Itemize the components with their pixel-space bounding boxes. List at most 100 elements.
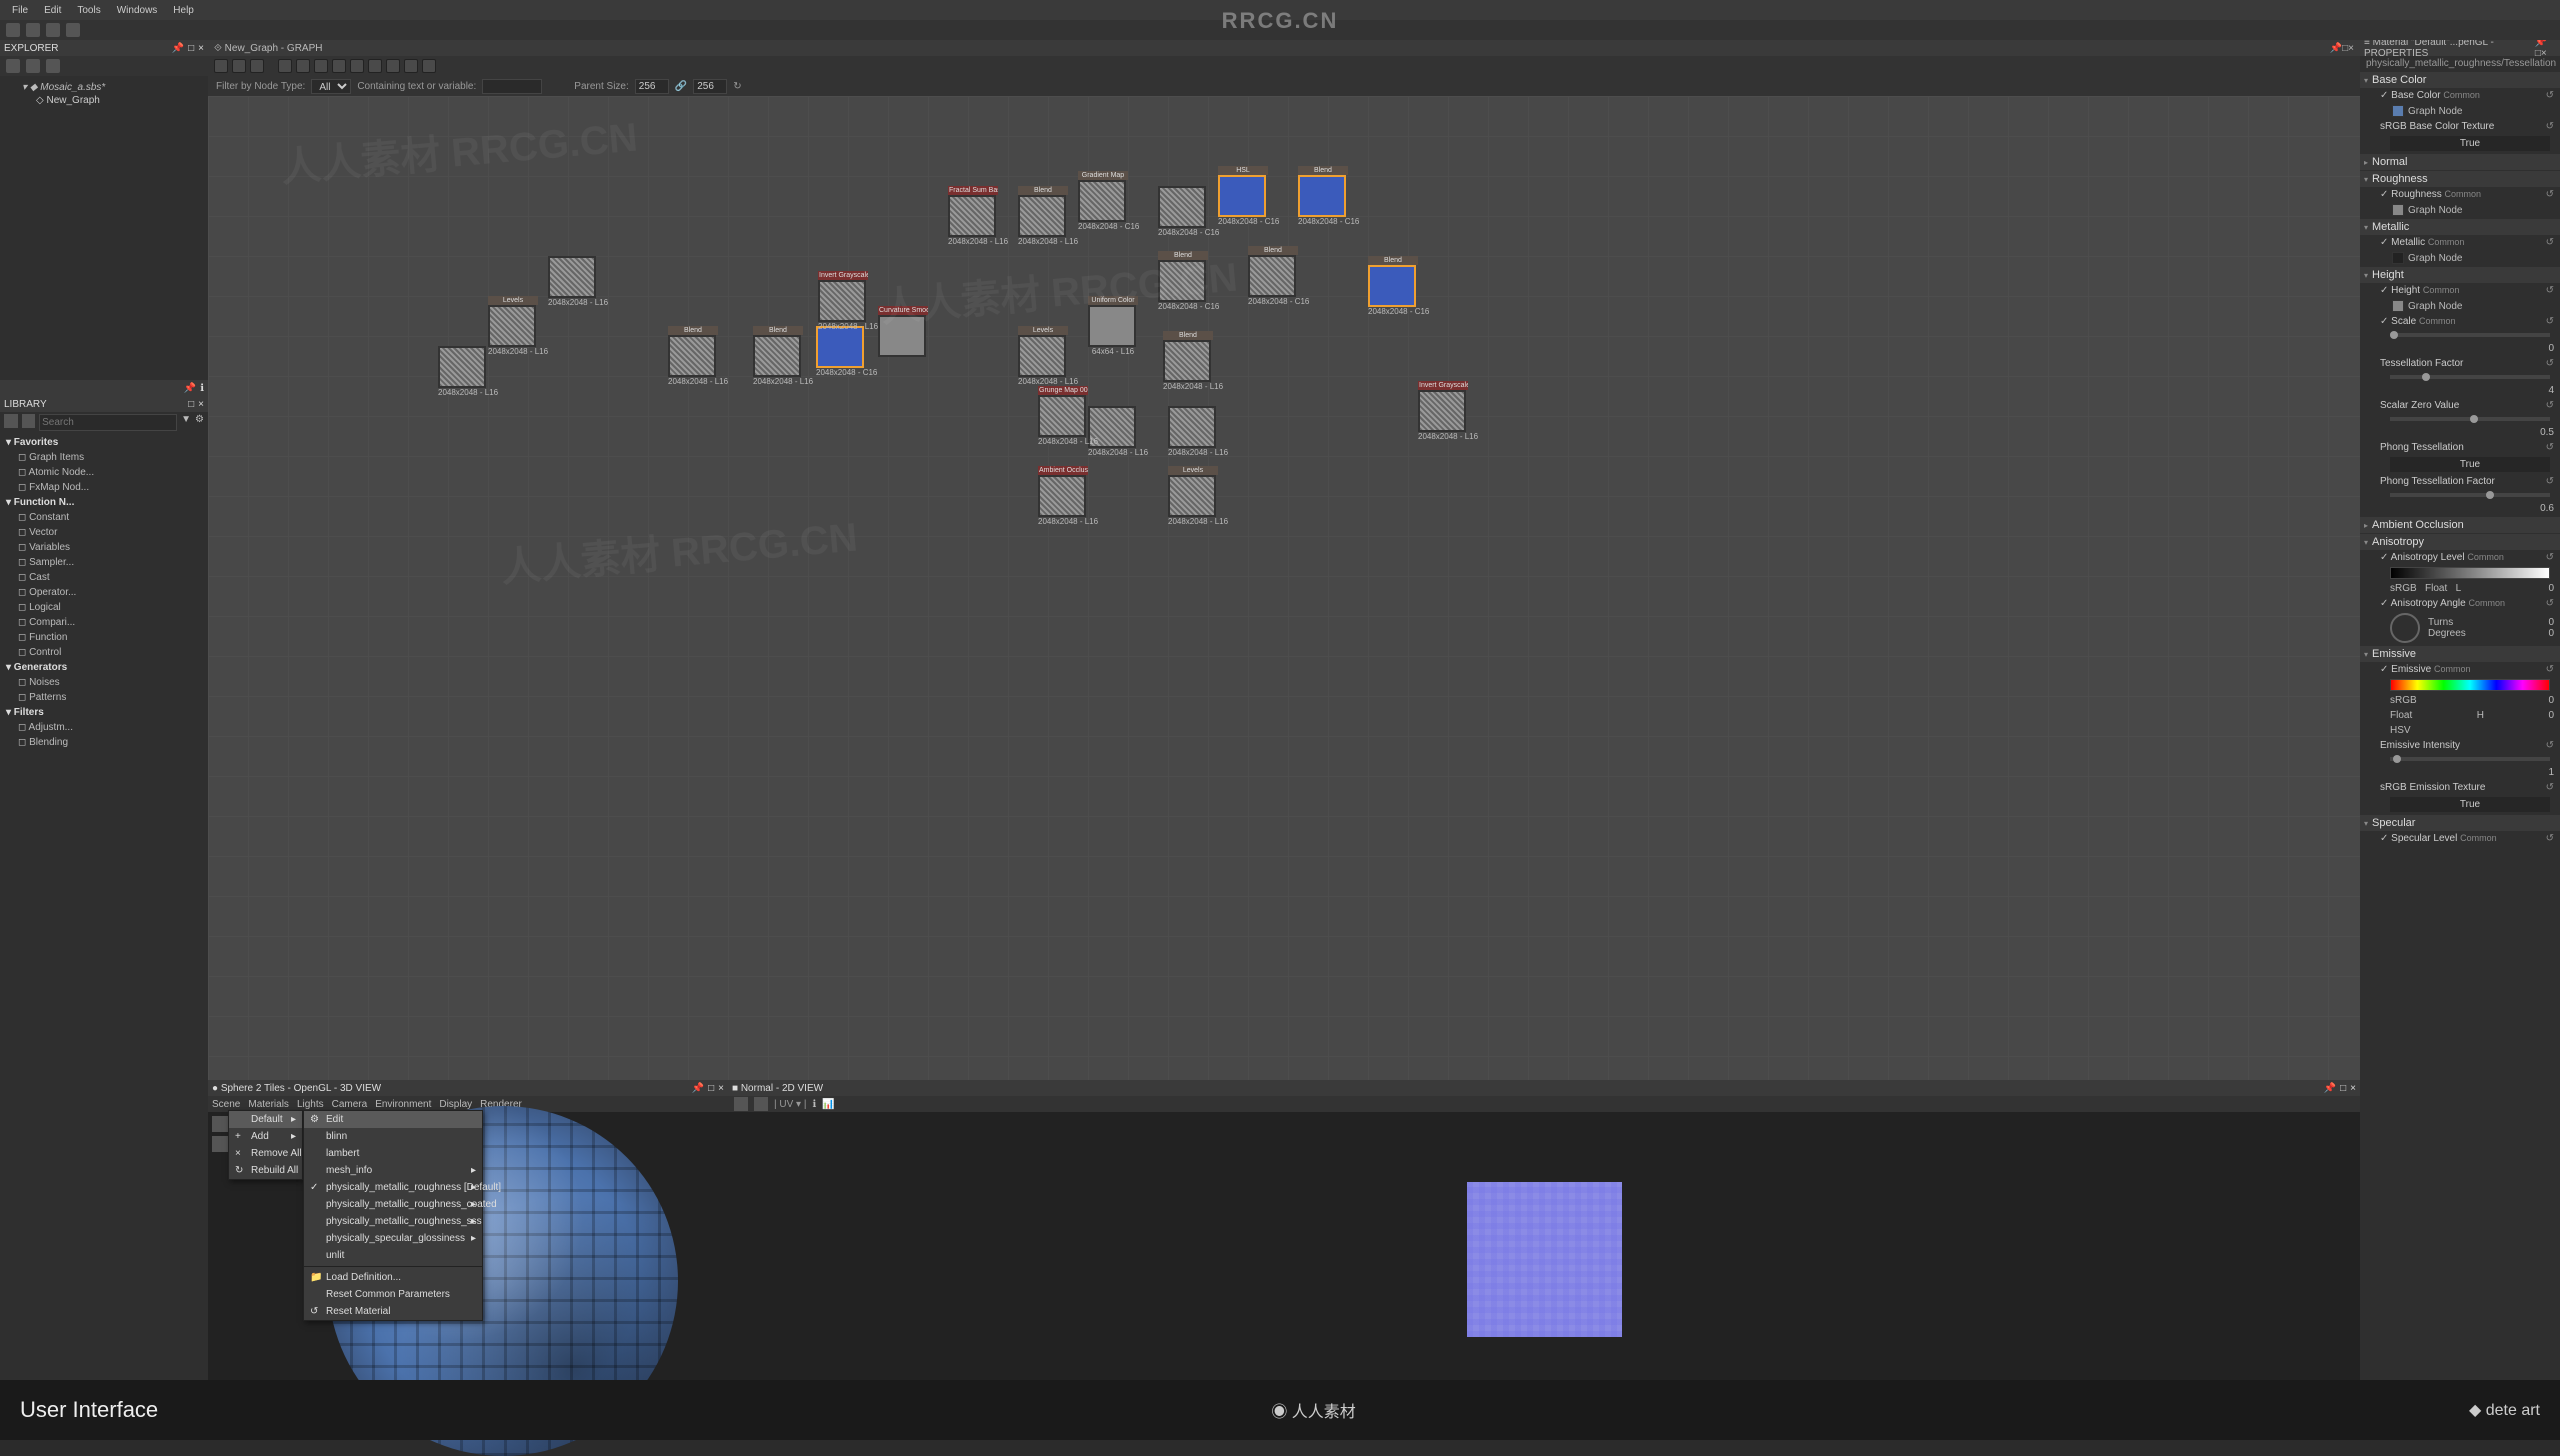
menu-camera[interactable]: Camera bbox=[332, 1099, 368, 1110]
pin-icon[interactable]: 📌 bbox=[172, 43, 184, 54]
max-icon[interactable]: □ bbox=[2340, 1083, 2346, 1094]
menu-item[interactable]: ↻Rebuild All bbox=[229, 1162, 302, 1179]
pin-icon[interactable]: 📌 bbox=[184, 383, 196, 394]
menu-edit[interactable]: Edit bbox=[36, 5, 69, 16]
save-icon[interactable] bbox=[46, 23, 60, 37]
close-icon[interactable]: × bbox=[2350, 1083, 2356, 1094]
graph-node[interactable]: Uniform Color64x64 - L16 bbox=[1088, 296, 1138, 356]
library-item[interactable]: ◻ Blending bbox=[2, 735, 206, 750]
library-item[interactable]: ◻ Patterns bbox=[2, 690, 206, 705]
reset-icon[interactable]: ↺ bbox=[2546, 740, 2554, 751]
phong-slider[interactable] bbox=[2390, 493, 2550, 497]
graph-node[interactable]: HSL2048x2048 - C16 bbox=[1218, 166, 1268, 226]
tool-icon[interactable] bbox=[278, 59, 292, 73]
menu-item[interactable]: ✓physically_metallic_roughness [Default]… bbox=[304, 1179, 482, 1196]
tool-icon[interactable] bbox=[250, 59, 264, 73]
tool-icon[interactable] bbox=[46, 59, 60, 73]
settings-icon[interactable]: ⚙ bbox=[195, 414, 204, 431]
library-item[interactable]: ◻ Cast bbox=[2, 570, 206, 585]
library-item[interactable]: ◻ Atomic Node... bbox=[2, 465, 206, 480]
section-basecolor[interactable]: ▾Base Color bbox=[2360, 72, 2560, 88]
filter-icon[interactable]: ▼ bbox=[181, 414, 191, 431]
graph-node[interactable]: Blend2048x2048 - C16 bbox=[1248, 246, 1298, 306]
graph-node[interactable]: Blend2048x2048 - L16 bbox=[753, 326, 803, 386]
menu-item[interactable]: physically_metallic_roughness_sss▸ bbox=[304, 1213, 482, 1230]
library-item[interactable]: ◻ Logical bbox=[2, 600, 206, 615]
menu-tools[interactable]: Tools bbox=[69, 5, 108, 16]
graph-node[interactable]: Levels2048x2048 - L16 bbox=[1018, 326, 1068, 386]
saveall-icon[interactable] bbox=[66, 23, 80, 37]
section-normal[interactable]: ▸Normal bbox=[2360, 154, 2560, 170]
pin-icon[interactable]: 📌 bbox=[2330, 43, 2342, 54]
reset-icon[interactable]: ↺ bbox=[2546, 442, 2554, 453]
scalar-slider[interactable] bbox=[2390, 417, 2550, 421]
reset-icon[interactable]: ↺ bbox=[2546, 782, 2554, 793]
library-item[interactable]: ◻ Sampler... bbox=[2, 555, 206, 570]
menu-windows[interactable]: Windows bbox=[109, 5, 166, 16]
srgb-emiss-value[interactable]: True bbox=[2390, 797, 2550, 812]
graph-node[interactable]: Ambient Occlusion2048x2048 - L16 bbox=[1038, 466, 1088, 526]
library-item[interactable]: ◻ Noises bbox=[2, 675, 206, 690]
section-metallic[interactable]: ▾Metallic bbox=[2360, 219, 2560, 235]
graph-node[interactable]: 2048x2048 - L16 bbox=[438, 346, 488, 397]
graph-node[interactable]: Invert Grayscale2048x2048 - L16 bbox=[1418, 381, 1468, 441]
open-icon[interactable] bbox=[26, 23, 40, 37]
reset-icon[interactable]: ↺ bbox=[2546, 552, 2554, 563]
light-icon[interactable] bbox=[212, 1136, 228, 1152]
library-category[interactable]: ▾ Generators bbox=[2, 660, 206, 675]
emissive-hue-gradient[interactable] bbox=[2390, 679, 2550, 691]
section-ao[interactable]: ▸Ambient Occlusion bbox=[2360, 517, 2560, 533]
max-icon[interactable]: □ bbox=[188, 43, 194, 54]
library-item[interactable]: ◻ Operator... bbox=[2, 585, 206, 600]
metallic-graphnode[interactable]: Graph Node bbox=[2360, 250, 2560, 266]
link-icon[interactable]: 🔗 bbox=[675, 81, 687, 92]
graph-node[interactable]: 2048x2048 - C16 bbox=[1158, 186, 1208, 237]
library-category[interactable]: ▾ Function N... bbox=[2, 495, 206, 510]
library-category[interactable]: ▾ Filters bbox=[2, 705, 206, 720]
menu-item[interactable]: mesh_info▸ bbox=[304, 1162, 482, 1179]
home-icon[interactable] bbox=[6, 23, 20, 37]
phong-value[interactable]: True bbox=[2390, 457, 2550, 472]
menu-item[interactable]: lambert bbox=[304, 1145, 482, 1162]
menu-item[interactable]: Reset Common Parameters bbox=[304, 1286, 482, 1303]
reset-icon[interactable]: ↺ bbox=[2546, 121, 2554, 132]
reset-icon[interactable]: ↺ bbox=[2546, 90, 2554, 101]
tool-icon[interactable] bbox=[314, 59, 328, 73]
tool-icon[interactable] bbox=[26, 59, 40, 73]
aniso-level-gradient[interactable] bbox=[2390, 567, 2550, 579]
library-item[interactable]: ◻ Vector bbox=[2, 525, 206, 540]
reset-icon[interactable]: ↺ bbox=[2546, 598, 2554, 609]
roughness-graphnode[interactable]: Graph Node bbox=[2360, 202, 2560, 218]
pin-icon[interactable]: 📌 bbox=[2535, 40, 2547, 48]
reset-icon[interactable]: ↺ bbox=[2546, 833, 2554, 844]
close-icon[interactable]: × bbox=[198, 399, 204, 410]
reset-icon[interactable]: ↺ bbox=[2546, 237, 2554, 248]
menu-item[interactable]: ↺Reset Material bbox=[304, 1303, 482, 1320]
graph-node[interactable]: 2048x2048 - L16 bbox=[548, 256, 598, 307]
graph-node[interactable]: Blend2048x2048 - L16 bbox=[668, 326, 718, 386]
view2d-canvas[interactable] bbox=[728, 1096, 2360, 1422]
graph-node[interactable]: Blend2048x2048 - C16 bbox=[1298, 166, 1348, 226]
reset-icon[interactable]: ↺ bbox=[2546, 285, 2554, 296]
menu-item[interactable]: blinn bbox=[304, 1128, 482, 1145]
tool-icon[interactable] bbox=[232, 59, 246, 73]
max-icon[interactable]: □ bbox=[188, 399, 194, 410]
library-item[interactable]: ◻ Constant bbox=[2, 510, 206, 525]
parent-h-input[interactable] bbox=[693, 79, 727, 94]
cam-icon[interactable] bbox=[212, 1116, 228, 1132]
graph-node[interactable]: Levels2048x2048 - L16 bbox=[1168, 466, 1218, 526]
menu-item[interactable]: unlit bbox=[304, 1247, 482, 1264]
contain-input[interactable] bbox=[482, 79, 542, 94]
library-category[interactable]: ▾ Favorites bbox=[2, 435, 206, 450]
refresh-icon[interactable]: ↻ bbox=[733, 81, 741, 92]
library-item[interactable]: ◻ Control bbox=[2, 645, 206, 660]
section-height[interactable]: ▾Height bbox=[2360, 267, 2560, 283]
graph-node[interactable]: 2048x2048 - L16 bbox=[1088, 406, 1138, 457]
menu-item[interactable]: ⚙Edit bbox=[304, 1111, 482, 1128]
menu-scene[interactable]: Scene bbox=[212, 1099, 240, 1110]
reset-icon[interactable]: ↺ bbox=[2546, 316, 2554, 327]
tool-icon[interactable] bbox=[404, 59, 418, 73]
pin-icon[interactable]: 📌 bbox=[692, 1083, 704, 1094]
reset-icon[interactable]: ↺ bbox=[2546, 189, 2554, 200]
graph-canvas[interactable]: 2048x2048 - L16 Levels2048x2048 - L16 2048… bbox=[208, 96, 2360, 1080]
